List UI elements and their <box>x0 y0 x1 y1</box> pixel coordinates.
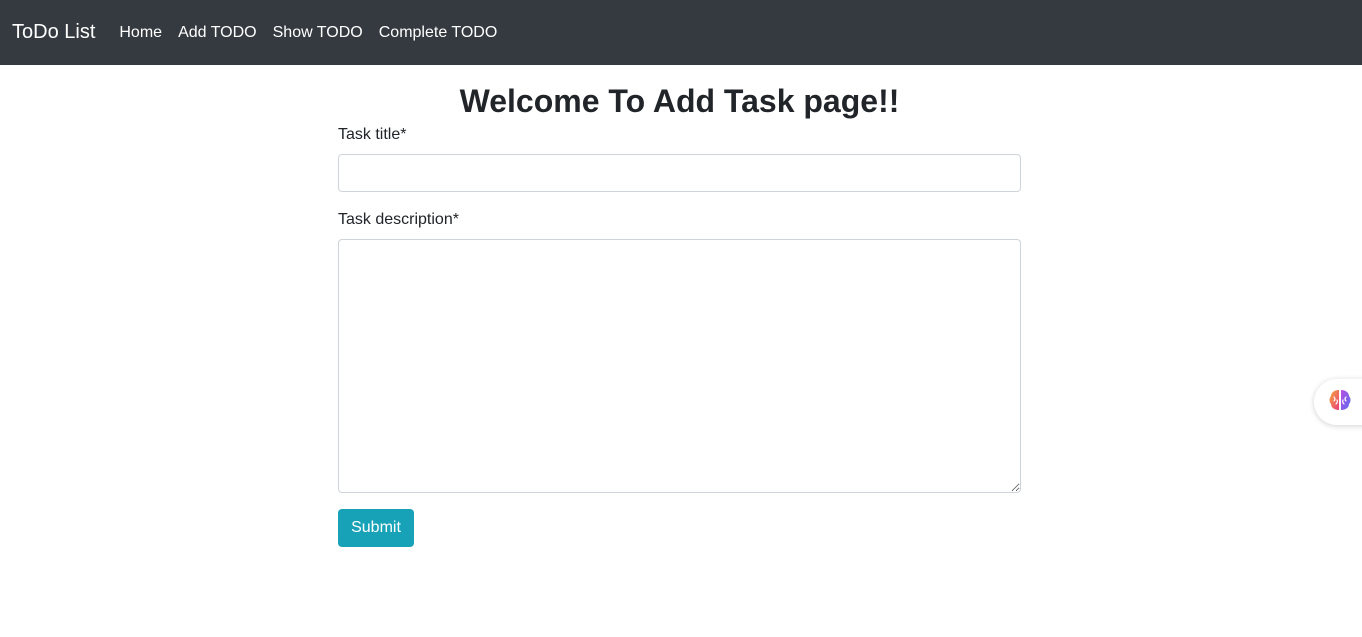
task-description-textarea[interactable] <box>338 239 1021 493</box>
extension-widget[interactable] <box>1314 379 1362 425</box>
page-title: Welcome To Add Task page!! <box>459 83 900 119</box>
task-title-input[interactable] <box>338 154 1021 192</box>
submit-button[interactable]: Submit <box>338 509 414 547</box>
top-navbar: ToDo List Home Add TODO Show TODO Comple… <box>0 0 1362 65</box>
brand-link[interactable]: ToDo List <box>12 21 95 44</box>
nav-link-home[interactable]: Home <box>119 24 162 42</box>
nav-link-complete-todo[interactable]: Complete TODO <box>379 24 498 42</box>
nav-link-show-todo[interactable]: Show TODO <box>273 24 363 42</box>
nav-link-add-todo[interactable]: Add TODO <box>178 24 257 42</box>
task-title-label: Task title* <box>338 126 407 143</box>
main-container: Welcome To Add Task page!! Task title* T… <box>338 65 1021 547</box>
add-task-form: Task title* Task description* Submit <box>338 125 1021 547</box>
brain-icon <box>1327 387 1353 418</box>
task-description-label: Task description* <box>338 211 459 228</box>
